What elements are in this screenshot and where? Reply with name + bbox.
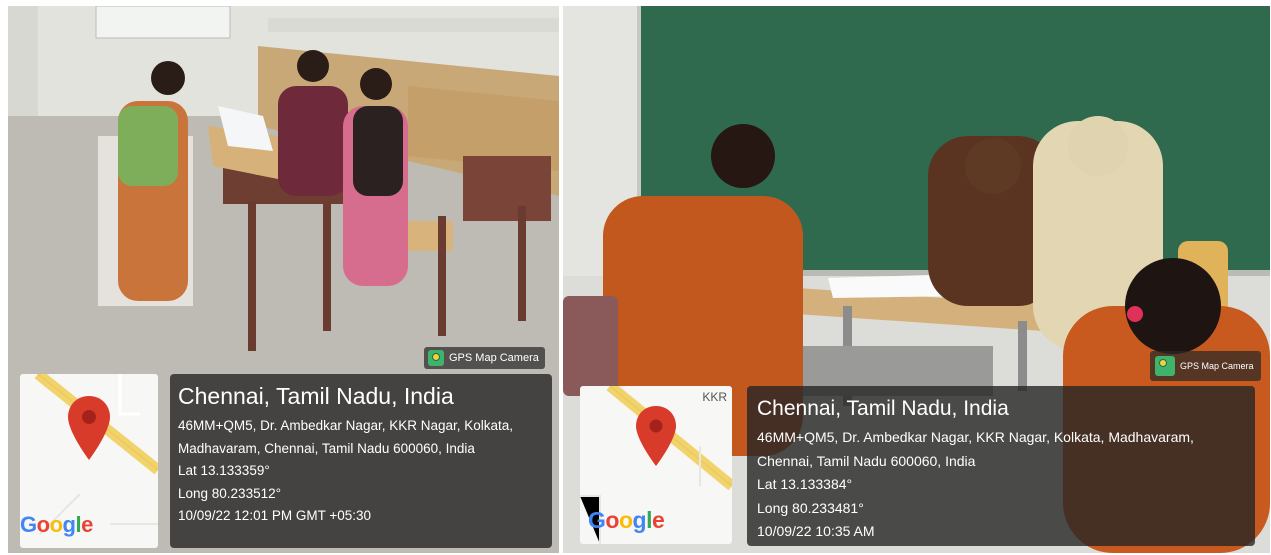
map-pin-icon <box>636 406 676 466</box>
address-line-1: 46MM+QM5, Dr. Ambedkar Nagar, KKR Nagar,… <box>757 429 1194 445</box>
location-map-thumbnail: KKR Google <box>580 386 732 544</box>
address-line-2: Madhavaram, Chennai, Tamil Nadu 600060, … <box>178 440 475 456</box>
location-info-panel: Chennai, Tamil Nadu, India 46MM+QM5, Dr.… <box>747 386 1255 546</box>
gps-camera-app-icon <box>428 350 444 366</box>
map-pin-icon <box>68 396 110 460</box>
google-logo: Google <box>20 512 93 537</box>
location-title: Chennai, Tamil Nadu, India <box>178 383 454 409</box>
latitude: Lat 13.133359° <box>178 463 270 478</box>
gps-map-camera-badge: GPS Map Camera <box>424 347 545 369</box>
timestamp: 10/09/22 12:01 PM GMT +05:30 <box>178 508 372 523</box>
latitude: Lat 13.133384° <box>757 476 853 492</box>
longitude: Long 80.233481° <box>757 499 864 516</box>
timestamp: 10/09/22 10:35 AM <box>757 523 875 539</box>
map-area-label: KKR <box>702 390 727 404</box>
gps-camera-app-icon <box>1155 356 1175 376</box>
longitude: Long 80.233512° <box>178 485 281 501</box>
gps-map-camera-badge: GPS Map Camera <box>1150 351 1261 381</box>
location-map-thumbnail: Google <box>20 374 158 548</box>
google-logo: Google <box>588 507 665 533</box>
photo-left: GPS Map Camera Google Chennai, Tamil Nad… <box>8 6 559 553</box>
gps-badge-label: GPS Map Camera <box>449 352 539 364</box>
location-title: Chennai, Tamil Nadu, India <box>757 397 1009 420</box>
gps-badge-label: GPS Map Camera <box>1180 361 1254 371</box>
address-line-2: Chennai, Tamil Nadu 600060, India <box>757 452 976 469</box>
photo-right: GPS Map Camera KKR Google Chennai, Tamil… <box>563 6 1270 553</box>
address-line-1: 46MM+QM5, Dr. Ambedkar Nagar, KKR Nagar,… <box>178 418 514 433</box>
location-info-panel: Chennai, Tamil Nadu, India 46MM+QM5, Dr.… <box>170 374 552 548</box>
